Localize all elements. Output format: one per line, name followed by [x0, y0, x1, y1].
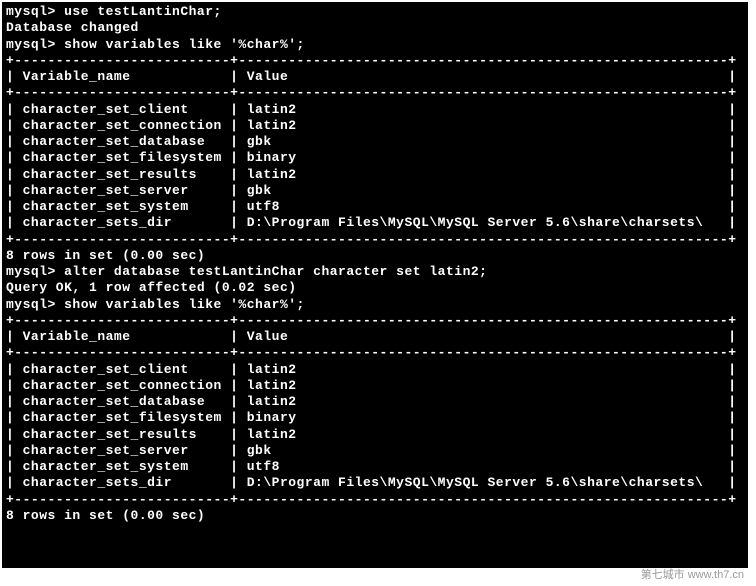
terminal-line: +--------------------------+------------…: [6, 345, 744, 361]
terminal-line: mysql> use testLantinChar;: [6, 4, 744, 20]
terminal-line: | character_set_filesystem | binary |: [6, 150, 744, 166]
terminal-line: | character_set_connection | latin2 |: [6, 378, 744, 394]
terminal-line: +--------------------------+------------…: [6, 53, 744, 69]
terminal-line: | character_set_client | latin2 |: [6, 362, 744, 378]
terminal-line: mysql> alter database testLantinChar cha…: [6, 264, 744, 280]
terminal-line: | character_set_connection | latin2 |: [6, 118, 744, 134]
terminal-line: | character_set_database | gbk |: [6, 134, 744, 150]
terminal-line: +--------------------------+------------…: [6, 85, 744, 101]
terminal-line: | character_set_system | utf8 |: [6, 199, 744, 215]
terminal-line: mysql> show variables like '%char%';: [6, 297, 744, 313]
mysql-terminal[interactable]: mysql> use testLantinChar;Database chang…: [2, 2, 748, 568]
terminal-line: mysql> show variables like '%char%';: [6, 37, 744, 53]
terminal-line: 8 rows in set (0.00 sec): [6, 508, 744, 524]
terminal-line: | character_set_client | latin2 |: [6, 102, 744, 118]
terminal-line: | Variable_name | Value |: [6, 329, 744, 345]
terminal-line: | character_set_server | gbk |: [6, 183, 744, 199]
terminal-line: 8 rows in set (0.00 sec): [6, 248, 744, 264]
terminal-line: | character_set_results | latin2 |: [6, 427, 744, 443]
terminal-line: | character_set_filesystem | binary |: [6, 410, 744, 426]
terminal-line: | character_set_server | gbk |: [6, 443, 744, 459]
terminal-line: | character_set_database | latin2 |: [6, 394, 744, 410]
terminal-line: | character_sets_dir | D:\Program Files\…: [6, 215, 744, 231]
terminal-line: +--------------------------+------------…: [6, 232, 744, 248]
terminal-line: | character_set_results | latin2 |: [6, 167, 744, 183]
terminal-line: Database changed: [6, 20, 744, 36]
terminal-line: | character_set_system | utf8 |: [6, 459, 744, 475]
terminal-line: +--------------------------+------------…: [6, 313, 744, 329]
terminal-line: +--------------------------+------------…: [6, 492, 744, 508]
terminal-line: | Variable_name | Value |: [6, 69, 744, 85]
terminal-line: Query OK, 1 row affected (0.02 sec): [6, 280, 744, 296]
watermark-text: 第七城市 www.th7.cn: [641, 566, 744, 582]
terminal-line: | character_sets_dir | D:\Program Files\…: [6, 475, 744, 491]
